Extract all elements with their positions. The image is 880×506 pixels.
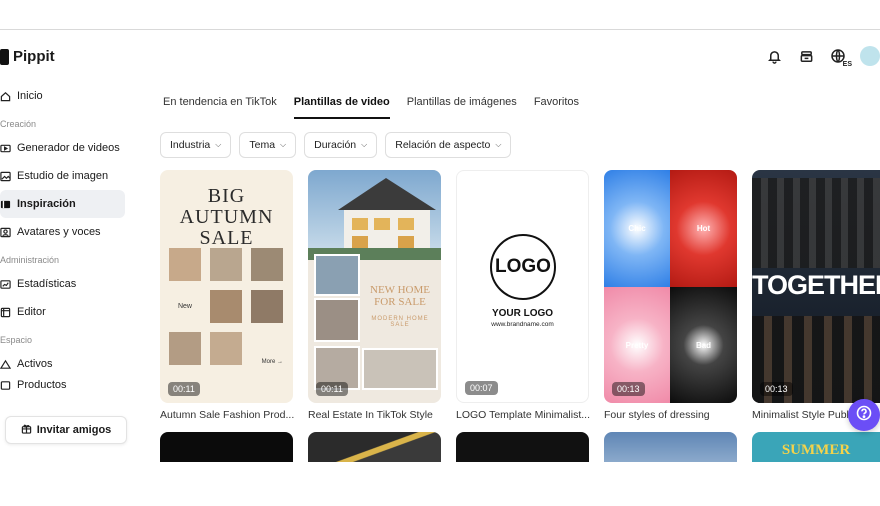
filter-bar: Industria ⌵ Tema ⌵ Duración ⌵ Relación de a… — [160, 132, 512, 158]
sidebar-item-video-generator[interactable]: Generador de videos — [0, 134, 135, 162]
section-label-space: Espacio — [0, 335, 33, 345]
bottom-area — [0, 462, 880, 506]
top-divider — [0, 29, 880, 30]
sidebar-item-assets[interactable]: Activos — [0, 350, 135, 378]
filter-theme[interactable]: Tema ⌵ — [239, 132, 297, 158]
duration-badge: 00:13 — [612, 382, 645, 396]
duration-badge: 00:11 — [168, 382, 200, 396]
assets-cloud-icon — [0, 359, 11, 370]
template-card-real-estate[interactable]: NEW HOME FOR SALE MODERN HOME SALE 00:11 — [308, 170, 441, 403]
photo-grid: New More → — [169, 248, 285, 365]
tab-favorites[interactable]: Favoritos — [534, 96, 579, 119]
user-avatar[interactable] — [860, 46, 880, 66]
sidebar: Inicio Creación Generador de videos Estu… — [0, 82, 135, 392]
filter-industry[interactable]: Industria ⌵ — [160, 132, 232, 158]
duration-badge: 00:13 — [760, 382, 793, 396]
website-text: www.brandname.com — [491, 321, 554, 328]
language-globe-icon[interactable]: ES — [828, 46, 852, 68]
card-subtext: MODERN HOME SALE — [371, 316, 429, 328]
chevron-down-icon: ⌵ — [495, 140, 502, 149]
avatar-voice-icon — [0, 227, 11, 238]
pippit-logo-icon — [0, 48, 9, 65]
new-label: New — [177, 303, 192, 310]
template-card-together[interactable]: TOGETHER 00:13 — [752, 170, 880, 403]
card-title: Four styles of dressing — [604, 409, 710, 421]
card-title: LOGO Template Minimalist... — [456, 409, 591, 421]
bell-icon[interactable] — [764, 46, 784, 66]
content-tabs: En tendencia en TikTok Plantillas de vid… — [163, 96, 579, 119]
tab-trending-tiktok[interactable]: En tendencia en TikTok — [163, 96, 277, 119]
duration-badge: 00:07 — [465, 381, 498, 395]
filter-aspect-ratio[interactable]: Relación de aspecto ⌵ — [385, 132, 512, 158]
tab-video-templates[interactable]: Plantillas de video — [293, 96, 390, 119]
question-mark-icon — [856, 405, 872, 426]
sidebar-item-image-studio[interactable]: Estudio de imagen — [0, 162, 135, 190]
image-studio-icon — [0, 171, 11, 182]
quad-label: Chic — [628, 224, 646, 233]
section-label-create: Creación — [0, 119, 37, 129]
chevron-down-icon: ⌵ — [280, 140, 287, 149]
home-icon — [0, 91, 11, 102]
more-label: More → — [261, 359, 283, 365]
chevron-down-icon: ⌵ — [215, 140, 222, 149]
card-headline: NEW HOME FOR SALE — [370, 284, 430, 308]
app-logo[interactable]: Pippit — [0, 48, 55, 65]
template-card-four-styles[interactable]: Chic Hot Pretty Bad 00:13 — [604, 170, 737, 403]
chevron-down-icon: ⌵ — [361, 140, 368, 149]
sidebar-item-editor[interactable]: Editor — [0, 298, 135, 326]
card-headline-line: BIG — [207, 185, 246, 207]
sidebar-item-home[interactable]: Inicio — [0, 82, 135, 110]
help-button[interactable] — [848, 399, 880, 431]
app-name: Pippit — [13, 48, 55, 65]
invite-friends-button[interactable]: Invitar amigos — [5, 416, 127, 444]
template-card-logo[interactable]: LOGO YOUR LOGO www.brandname.com 00:07 — [456, 170, 589, 403]
inspiration-icon — [0, 199, 11, 210]
sidebar-item-inspiration[interactable]: Inspiración — [0, 190, 125, 218]
statistics-icon — [0, 279, 11, 290]
editor-icon — [0, 307, 11, 318]
card-headline-line: AUTUMN — [179, 206, 274, 228]
inbox-icon[interactable] — [796, 46, 816, 66]
video-generator-icon — [0, 143, 11, 154]
gift-icon — [21, 423, 32, 437]
quad-label: Bad — [695, 340, 712, 350]
your-logo-text: YOUR LOGO — [491, 308, 554, 319]
language-badge: ES — [842, 61, 852, 68]
section-label-admin: Administración — [0, 255, 60, 265]
card-headline: TOGETHER — [752, 270, 880, 300]
sidebar-item-products[interactable]: Productos — [0, 378, 135, 392]
quad-label: Hot — [696, 224, 711, 233]
card-title: Autumn Sale Fashion Prod... — [160, 409, 295, 421]
house-illustration — [308, 178, 441, 260]
products-icon — [0, 380, 11, 391]
header-actions: ES — [764, 46, 880, 68]
card-title: Real Estate In TikTok Style — [308, 409, 433, 421]
filter-duration[interactable]: Duración ⌵ — [304, 132, 378, 158]
template-card-autumn-sale[interactable]: BIG AUTUMN SALE New More → 00:11 — [160, 170, 293, 403]
logo-circle: LOGO — [490, 234, 556, 300]
quad-label: Pretty — [625, 340, 649, 350]
duration-badge: 00:11 — [316, 382, 348, 396]
card-headline-line: SALE — [199, 227, 254, 249]
sidebar-item-statistics[interactable]: Estadísticas — [0, 270, 135, 298]
sidebar-item-avatars-voices[interactable]: Avatares y voces — [0, 218, 135, 246]
tab-image-templates[interactable]: Plantillas de imágenes — [407, 96, 517, 119]
